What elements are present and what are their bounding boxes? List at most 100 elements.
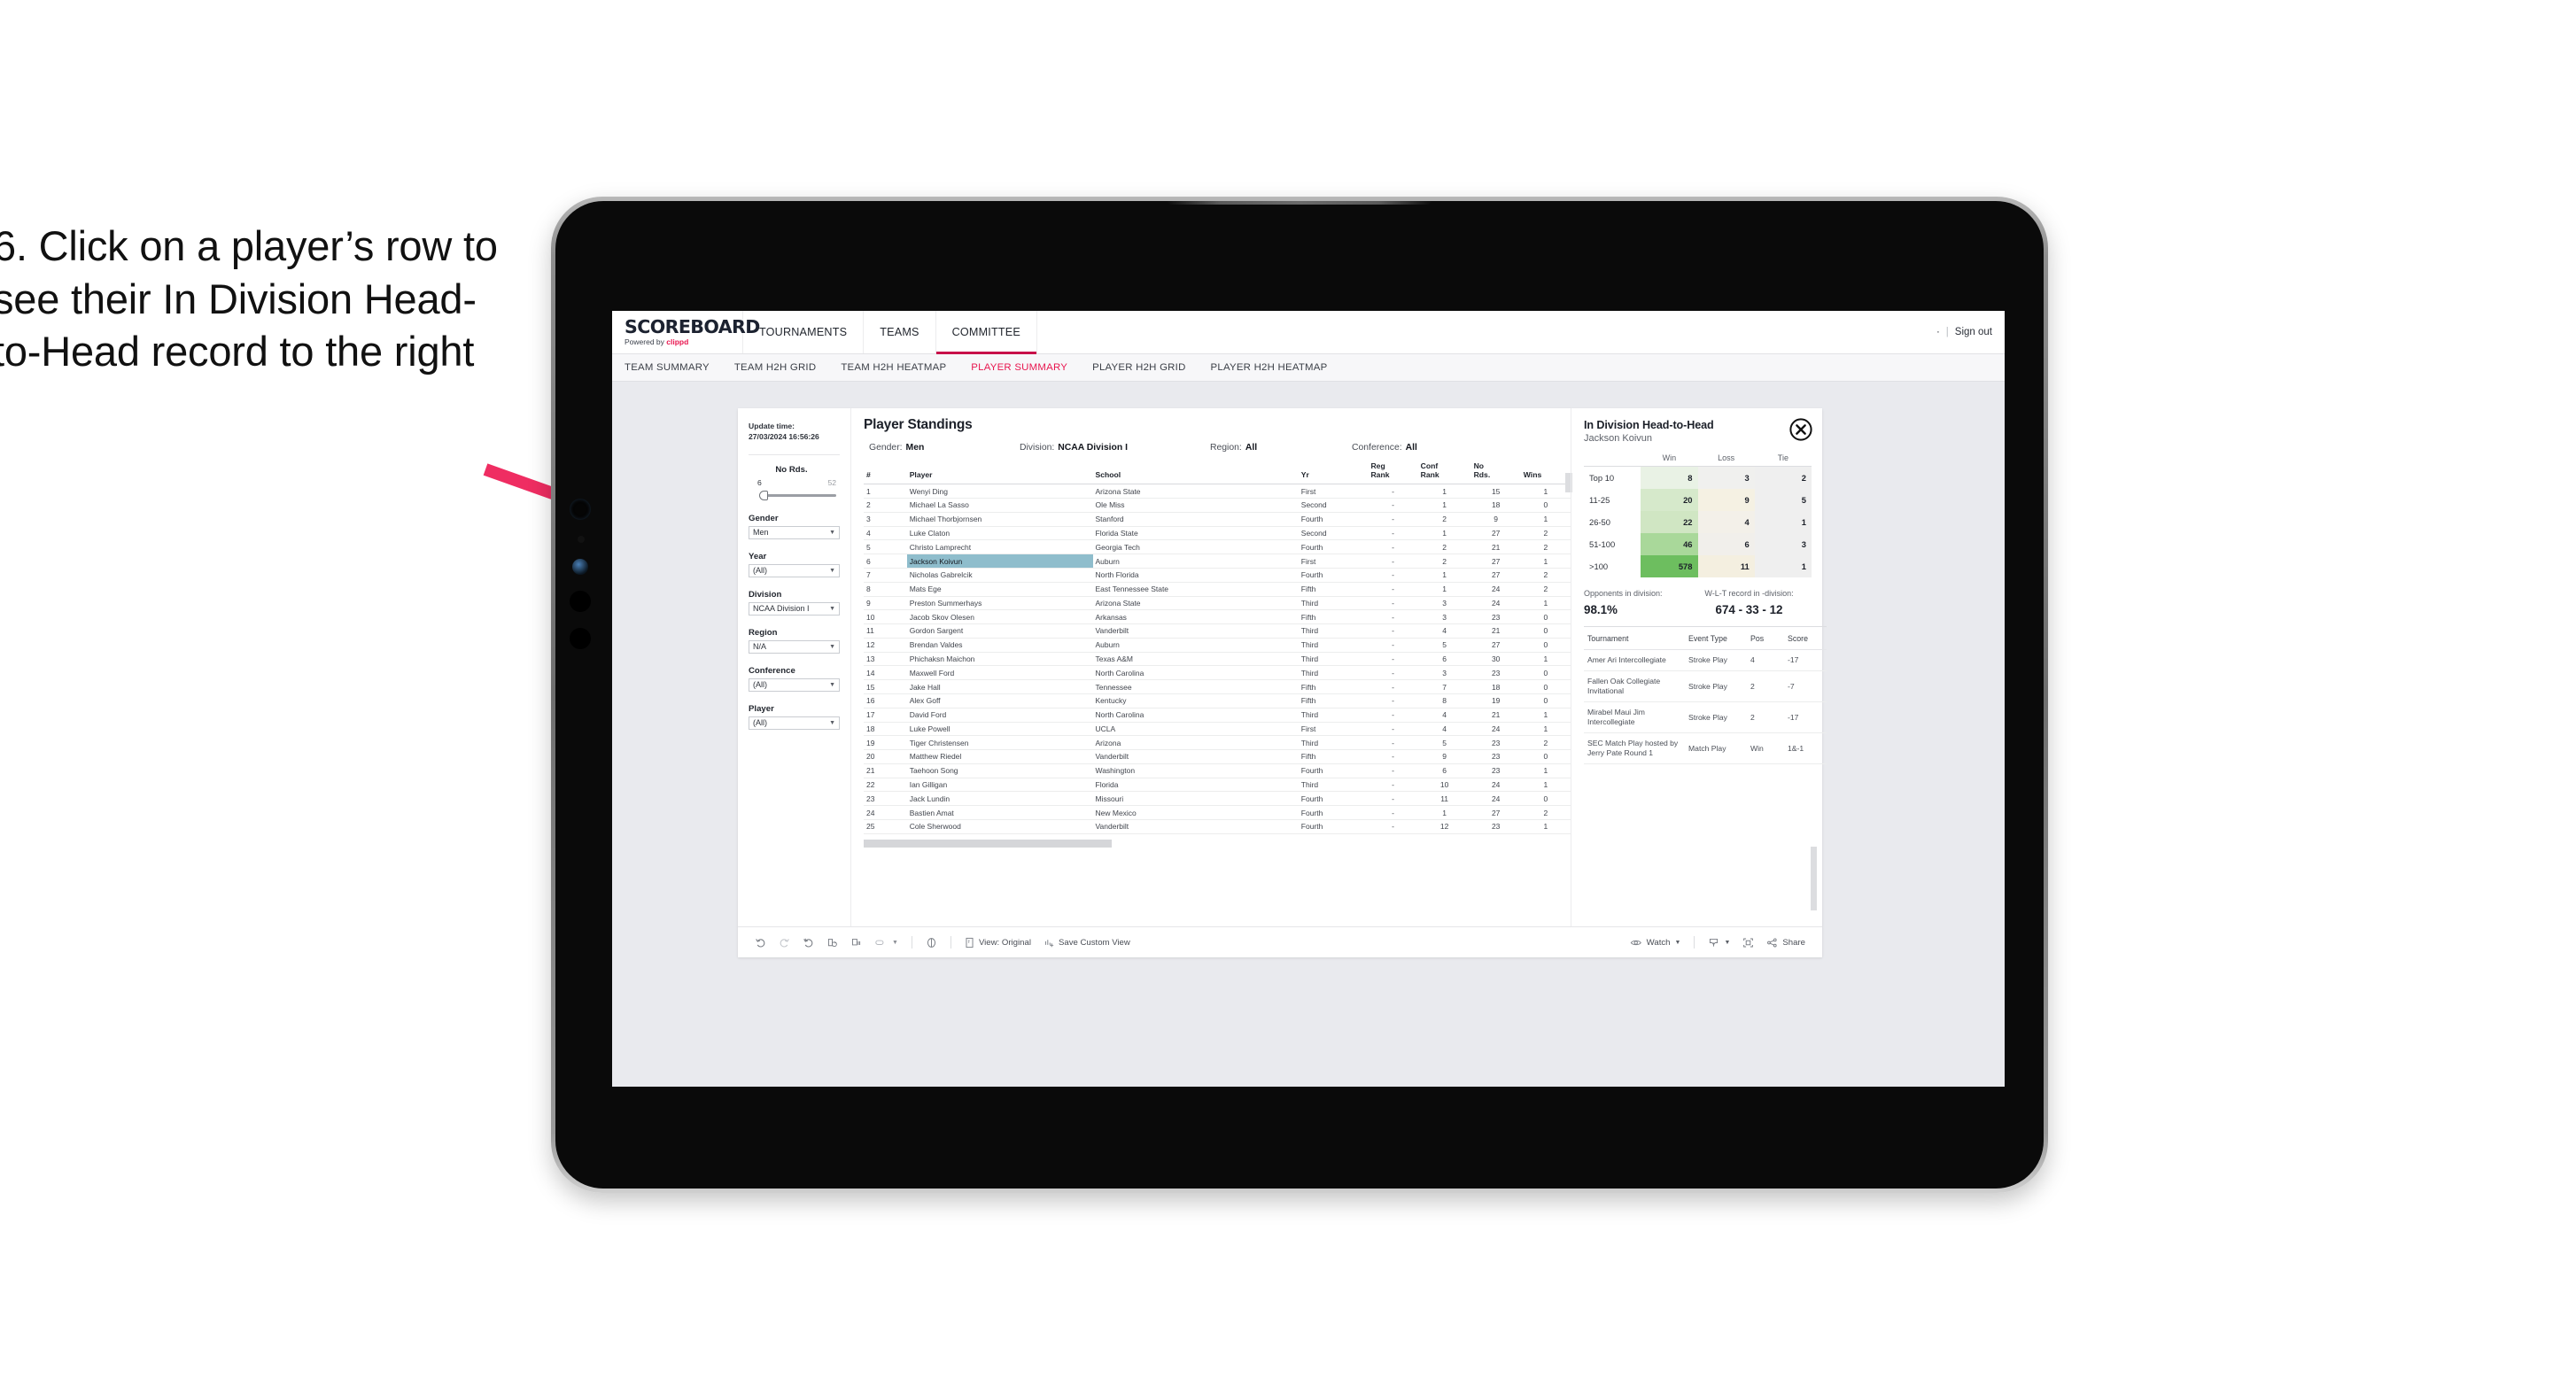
th-school[interactable]: School: [1092, 461, 1299, 485]
tab-team-h2h-heatmap[interactable]: TEAM H2H HEATMAP: [841, 362, 946, 373]
table-row[interactable]: 19 Tiger Christensen Arizona Third -5 23 2: [864, 735, 1571, 751]
th-conf-rank[interactable]: Conf Rank: [1417, 461, 1471, 485]
table-row[interactable]: 14 Maxwell Ford North Carolina Third -3 23 0: [864, 665, 1571, 681]
view-original-button[interactable]: View: Original: [958, 937, 1037, 949]
cell-year: Third: [1298, 638, 1369, 653]
tab-player-h2h-heatmap[interactable]: PLAYER H2H HEATMAP: [1211, 362, 1328, 373]
table-row[interactable]: 23 Jack Lundin Missouri Fourth -11 24 0: [864, 791, 1571, 807]
th-reg-rank[interactable]: Reg Rank: [1368, 461, 1418, 485]
table-row[interactable]: 2 Michael La Sasso Ole Miss Second -1 18 0: [864, 498, 1571, 513]
stat-opponents-value: 98.1%: [1584, 603, 1618, 616]
app-logo[interactable]: SCOREBOARD Powered by clippd: [612, 311, 760, 353]
cell-reg-rank: -: [1368, 609, 1418, 625]
tournament-vertical-scrollbar[interactable]: [1811, 847, 1817, 910]
slider-handle[interactable]: [759, 490, 768, 500]
th-player[interactable]: Player: [906, 461, 1093, 485]
cell-wins: 1: [1520, 484, 1571, 499]
share-button[interactable]: Share: [1760, 937, 1812, 949]
th-no-rds[interactable]: No Rds.: [1470, 461, 1521, 485]
table-row[interactable]: 12 Brendan Valdes Auburn Third -5 27 0: [864, 638, 1571, 653]
close-circle-icon[interactable]: [1788, 417, 1813, 442]
cell-player: Preston Summerhays: [906, 596, 1093, 611]
table-row[interactable]: 17 David Ford North Carolina Third -4 21 1: [864, 708, 1571, 723]
table-row[interactable]: 13 Phichaksn Maichon Texas A&M Third -6 30 1: [864, 652, 1571, 667]
download-button[interactable]: ▼: [1702, 937, 1736, 949]
table-row[interactable]: 5 Christo Lamprecht Georgia Tech Fourth -2 21…: [864, 539, 1571, 555]
tab-team-h2h-grid[interactable]: TEAM H2H GRID: [734, 362, 816, 373]
slider-track[interactable]: [757, 490, 840, 501]
pause-updates-button[interactable]: [844, 937, 868, 949]
tt-th-pos[interactable]: Pos: [1747, 626, 1784, 650]
table-row[interactable]: 18 Luke Powell UCLA First -4 24 1: [864, 722, 1571, 737]
tournament-row[interactable]: SEC Match Play hosted by Jerry Pate Roun…: [1584, 732, 1827, 764]
table-row[interactable]: 3 Michael Thorbjornsen Stanford Fourth -2 9 1: [864, 512, 1571, 527]
filter-region-select[interactable]: N/A ▼: [749, 639, 840, 654]
tab-team-summary[interactable]: TEAM SUMMARY: [625, 362, 710, 373]
table-row[interactable]: 8 Mats Ege East Tennessee State Fifth -1 24 2: [864, 582, 1571, 597]
nav-tournaments[interactable]: TOURNAMENTS: [743, 311, 865, 353]
table-horizontal-scrollbar[interactable]: [864, 839, 1112, 848]
table-row[interactable]: 16 Alex Goff Kentucky Fifth -8 19 0: [864, 693, 1571, 708]
cell-reg-rank: -: [1368, 665, 1418, 681]
cell-conf-rank: 1: [1417, 568, 1471, 583]
top-sensor-strip: [1167, 201, 1432, 205]
tournament-row[interactable]: Fallen Oak Collegiate Invitational Stroke…: [1584, 670, 1827, 702]
th-rank[interactable]: #: [864, 461, 907, 485]
revert-button[interactable]: [796, 937, 820, 949]
table-row[interactable]: 20 Matthew Riedel Vanderbilt Fifth -9 23 0: [864, 749, 1571, 764]
nav-teams[interactable]: TEAMS: [864, 311, 936, 353]
filter-player-select[interactable]: (All) ▼: [749, 716, 840, 730]
h2h-row: 26-50 22 4 1: [1584, 511, 1812, 533]
tab-player-summary[interactable]: PLAYER SUMMARY: [971, 362, 1067, 373]
h2h-win-value: 22: [1641, 511, 1698, 533]
table-row[interactable]: 22 Ian Gilligan Florida Third -10 24 1: [864, 778, 1571, 793]
tt-pos: 2: [1747, 670, 1784, 702]
h2h-win-value: 46: [1641, 533, 1698, 555]
save-custom-view-button[interactable]: Save Custom View: [1037, 937, 1137, 949]
h2h-win-value: 20: [1641, 489, 1698, 511]
table-row[interactable]: 21 Taehoon Song Washington Fourth -6 23 1: [864, 763, 1571, 778]
filter-gender-select[interactable]: Men ▼: [749, 525, 840, 539]
th-year[interactable]: Yr: [1298, 461, 1369, 485]
table-row[interactable]: 24 Bastien Amat New Mexico Fourth -1 27 2: [864, 805, 1571, 820]
nav-committee[interactable]: COMMITTEE: [935, 311, 1037, 354]
tt-th-score[interactable]: Score: [1784, 626, 1827, 650]
table-row[interactable]: 6 Jackson Koivun Auburn First -2 27 1: [864, 554, 1571, 569]
cell-conf-rank: 1: [1417, 484, 1471, 499]
cell-school: Vanderbilt: [1092, 749, 1299, 764]
cell-no-rds: 23: [1470, 749, 1521, 764]
refresh-data-button[interactable]: [820, 937, 844, 949]
fullscreen-button[interactable]: [1736, 937, 1760, 949]
table-row[interactable]: 1 Wenyi Ding Arizona State First -1 15 1: [864, 484, 1571, 499]
tab-player-h2h-grid[interactable]: PLAYER H2H GRID: [1092, 362, 1185, 373]
highlight-tool-button[interactable]: ▼: [868, 937, 904, 949]
table-row[interactable]: 11 Gordon Sargent Vanderbilt Third -4 21 0: [864, 623, 1571, 639]
redo-button[interactable]: [772, 937, 796, 949]
tournament-row[interactable]: Amer Ari Intercollegiate Stroke Play 4 -17: [1584, 649, 1827, 671]
table-row[interactable]: 25 Cole Sherwood Vanderbilt Fourth -12 23 1: [864, 819, 1571, 834]
no-rounds-slider[interactable]: No Rds. 6 52: [749, 465, 840, 501]
table-row[interactable]: 7 Nicholas Gabrelcik North Florida Fourth -1…: [864, 568, 1571, 583]
sign-out-link[interactable]: Sign out: [1955, 327, 1992, 337]
table-row[interactable]: 10 Jacob Skov Olesen Arkansas Fifth -3 23 0: [864, 609, 1571, 625]
slider-values: 6 52: [757, 478, 840, 487]
tt-pos: Win: [1747, 732, 1784, 764]
table-row[interactable]: 15 Jake Hall Tennessee Fifth -7 18 0: [864, 679, 1571, 694]
filter-year-select[interactable]: (All) ▼: [749, 563, 840, 577]
cell-no-rds: 21: [1470, 623, 1521, 639]
filter-conference-select[interactable]: (All) ▼: [749, 678, 840, 692]
undo-button[interactable]: [749, 937, 772, 949]
cell-conf-rank: 1: [1417, 805, 1471, 820]
tt-th-event-type[interactable]: Event Type: [1685, 626, 1747, 650]
watch-button[interactable]: Watch ▼: [1624, 937, 1688, 949]
table-row[interactable]: 9 Preston Summerhays Arizona State Third -3 2…: [864, 596, 1571, 611]
th-wins[interactable]: Wins: [1520, 461, 1571, 485]
filter-division-select[interactable]: NCAA Division I ▼: [749, 601, 840, 616]
cell-year: First: [1298, 484, 1369, 499]
tt-th-tournament[interactable]: Tournament: [1584, 626, 1685, 650]
cell-reg-rank: -: [1368, 539, 1418, 555]
table-row[interactable]: 4 Luke Claton Florida State Second -1 27 2: [864, 526, 1571, 541]
pause-auto-update-button[interactable]: [919, 937, 943, 949]
tournament-row[interactable]: Mirabel Maui Jim Intercollegiate Stroke P…: [1584, 701, 1827, 733]
cell-conf-rank: 4: [1417, 708, 1471, 723]
